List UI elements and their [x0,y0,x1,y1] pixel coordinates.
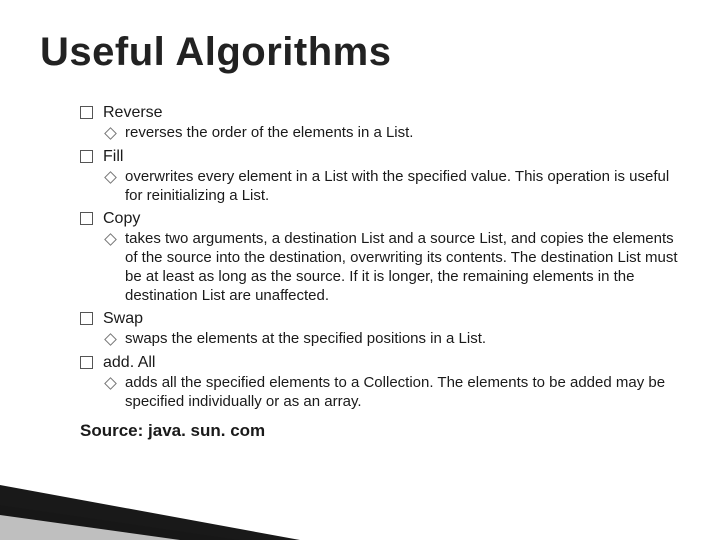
item-description: takes two arguments, a destination List … [125,230,680,305]
checkbox-icon [80,312,93,325]
source-line: Source: java. sun. com [80,420,680,441]
checkbox-icon [80,150,93,163]
checkbox-icon [80,212,93,225]
item-description: overwrites every element in a List with … [125,168,680,206]
diamond-icon [104,171,117,184]
slide-title: Useful Algorithms [40,30,680,75]
item-label: add. All [103,353,155,373]
item-description: adds all the specified elements to a Col… [125,374,680,412]
list-item: add. All adds all the specified elements… [80,353,680,412]
list-item: Fill overwrites every element in a List … [80,147,680,206]
item-description: swaps the elements at the specified posi… [125,330,680,349]
diamond-icon [104,333,117,346]
item-label: Copy [103,209,140,229]
diamond-icon [104,127,117,140]
list-item: Copy takes two arguments, a destination … [80,209,680,305]
checkbox-icon [80,356,93,369]
item-label: Reverse [103,103,163,123]
checkbox-icon [80,106,93,119]
item-label: Swap [103,309,143,329]
list-item: Reverse reverses the order of the elemen… [80,103,680,143]
list-item: Swap swaps the elements at the specified… [80,309,680,349]
item-description: reverses the order of the elements in a … [125,124,680,143]
slide-content: Reverse reverses the order of the elemen… [40,103,680,441]
corner-decoration [0,470,300,540]
item-label: Fill [103,147,123,167]
diamond-icon [104,233,117,246]
diamond-icon [104,377,117,390]
slide: Useful Algorithms Reverse reverses the o… [0,0,720,540]
